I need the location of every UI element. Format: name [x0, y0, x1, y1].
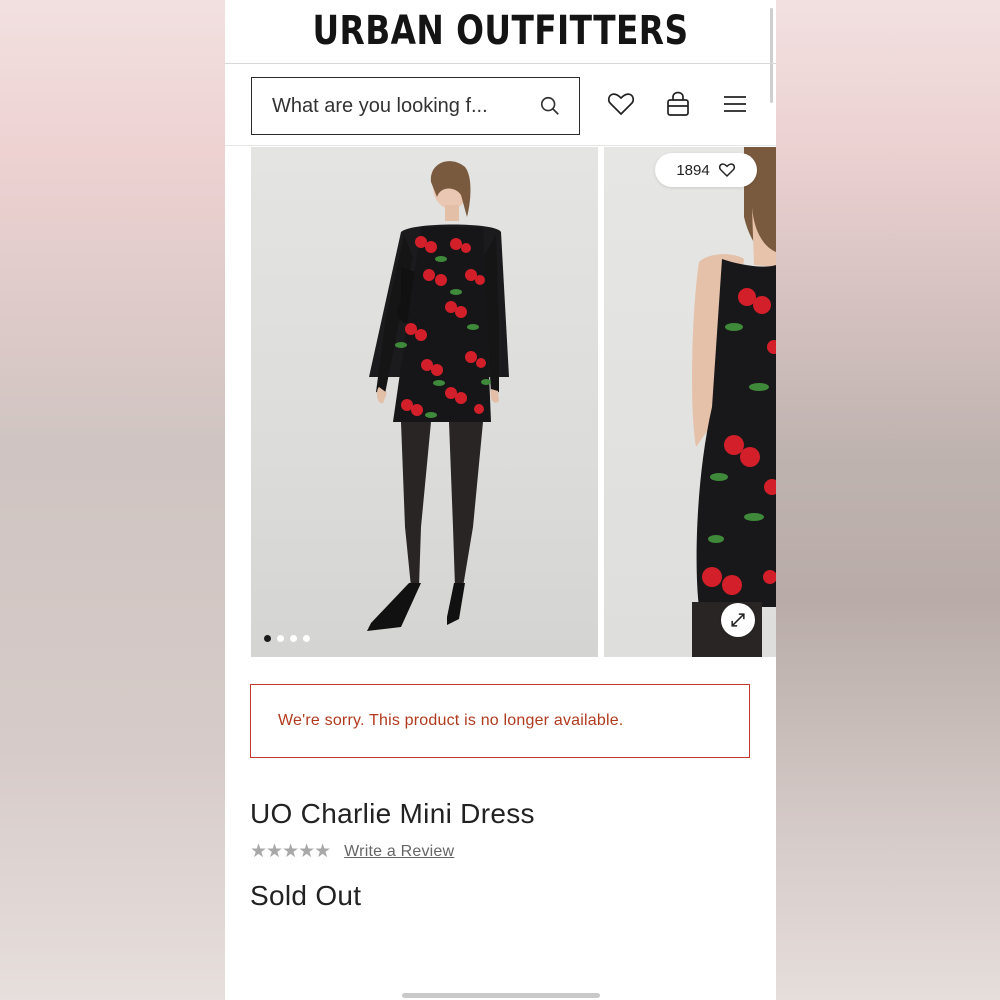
background-blur-right — [776, 0, 1000, 1000]
heart-icon[interactable] — [606, 89, 636, 119]
heart-icon — [718, 163, 735, 178]
background-blur-left — [0, 0, 225, 1000]
scrollbar[interactable] — [770, 8, 773, 103]
pagination-dot[interactable] — [290, 635, 297, 642]
alert-message: We're sorry. This product is no longer a… — [278, 712, 624, 729]
pagination-dot[interactable] — [277, 635, 284, 642]
model-photo-closeup — [692, 147, 776, 657]
search-input[interactable] — [272, 94, 512, 118]
product-gallery[interactable] — [251, 147, 776, 657]
pagination-dot[interactable] — [264, 635, 271, 642]
home-indicator[interactable] — [402, 993, 600, 998]
star-rating: ★★★★★ — [250, 841, 331, 862]
expand-icon — [731, 613, 745, 627]
model-photo-full — [367, 161, 509, 631]
expand-image-button[interactable] — [721, 603, 755, 637]
product-title: UO Charlie Mini Dress — [250, 798, 535, 829]
unavailable-alert: We're sorry. This product is no longer a… — [250, 684, 750, 758]
nav-divider — [225, 145, 776, 146]
brand-logo[interactable]: URBAN OUTFITTERS — [275, 0, 727, 62]
like-count-badge[interactable]: 1894 — [655, 153, 757, 187]
header-divider — [225, 63, 776, 64]
gallery-pagination[interactable] — [264, 635, 310, 642]
product-image-front[interactable] — [251, 147, 598, 657]
like-count: 1894 — [676, 161, 710, 179]
shopping-bag-icon[interactable] — [663, 89, 693, 119]
product-image-closeup[interactable] — [604, 147, 776, 657]
mobile-screen: URBAN OUTFITTERS What are you looking f.… — [225, 0, 776, 1000]
search-box[interactable] — [251, 77, 580, 135]
hamburger-menu-icon[interactable] — [720, 89, 750, 119]
write-review-link[interactable]: Write a Review — [344, 843, 454, 861]
availability-status: Sold Out — [250, 880, 362, 911]
pagination-dot[interactable] — [303, 635, 310, 642]
rating-row: ★★★★★ Write a Review — [250, 840, 454, 863]
search-icon[interactable] — [539, 95, 561, 117]
